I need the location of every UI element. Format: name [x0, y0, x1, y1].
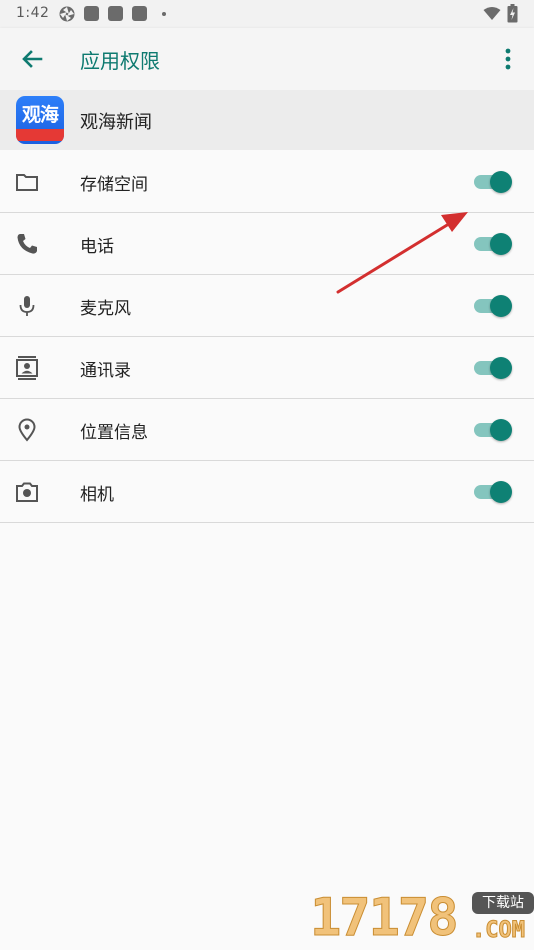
status-bar: 1:42 [0, 0, 534, 28]
permission-toggle[interactable] [474, 169, 514, 195]
phone-icon [17, 234, 37, 254]
permission-toggle[interactable] [474, 417, 514, 443]
permission-toggle[interactable] [474, 293, 514, 319]
app-header: 观海 观海新闻 [0, 90, 534, 150]
back-arrow-icon[interactable] [18, 45, 46, 73]
permission-label: 通讯录 [80, 361, 131, 381]
aperture-icon [59, 6, 75, 22]
permission-list: 存储空间 电话 麦克风 通讯录 位置信息 相机 [0, 151, 534, 523]
permission-label: 存储空间 [80, 175, 148, 195]
permission-row-phone[interactable]: 电话 [0, 213, 534, 275]
watermark-suffix: .COM [472, 918, 526, 944]
folder-icon [16, 174, 38, 191]
toggle-thumb [490, 357, 512, 379]
notification-icon [84, 6, 99, 21]
notification-icon [108, 6, 123, 21]
more-notifications-icon [162, 12, 166, 16]
app-icon-ribbon [16, 129, 64, 141]
permission-label: 麦克风 [80, 299, 131, 319]
toggle-thumb [490, 233, 512, 255]
watermark-number: 17178 [310, 888, 460, 949]
notification-icon [132, 6, 147, 21]
app-name: 观海新闻 [80, 112, 152, 133]
toggle-thumb [490, 481, 512, 503]
permission-label: 电话 [80, 237, 114, 257]
permission-row-contacts[interactable]: 通讯录 [0, 337, 534, 399]
page-title: 应用权限 [80, 49, 160, 73]
app-icon-text: 观海 [21, 104, 59, 126]
site-watermark: 17178 下载站 .COM [308, 888, 534, 950]
camera-icon [16, 482, 38, 502]
permission-toggle[interactable] [474, 231, 514, 257]
contacts-icon [16, 356, 38, 380]
permission-toggle[interactable] [474, 355, 514, 381]
status-time: 1:42 [16, 5, 50, 21]
permission-row-storage[interactable]: 存储空间 [0, 151, 534, 213]
battery-icon [507, 4, 518, 23]
permission-row-microphone[interactable]: 麦克风 [0, 275, 534, 337]
microphone-icon [19, 296, 35, 316]
permission-label: 相机 [80, 485, 114, 505]
wifi-icon [483, 7, 501, 20]
app-icon: 观海 [16, 96, 64, 144]
location-icon [18, 418, 36, 442]
toggle-thumb [490, 171, 512, 193]
permission-label: 位置信息 [80, 423, 148, 443]
permission-toggle[interactable] [474, 479, 514, 505]
app-bar: 应用权限 [0, 28, 534, 90]
permission-row-location[interactable]: 位置信息 [0, 399, 534, 461]
toggle-thumb [490, 295, 512, 317]
watermark-badge: 下载站 [472, 892, 534, 914]
permission-row-camera[interactable]: 相机 [0, 461, 534, 523]
more-options-icon[interactable] [494, 45, 522, 73]
toggle-thumb [490, 419, 512, 441]
